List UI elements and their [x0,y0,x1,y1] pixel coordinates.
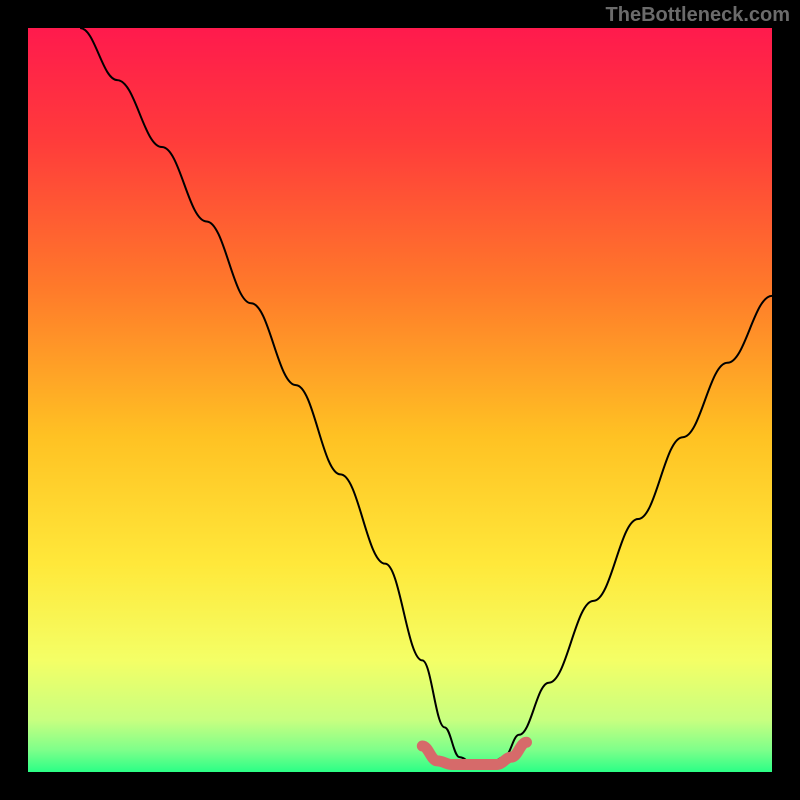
plot-background [28,28,772,772]
watermark-text: TheBottleneck.com [606,4,790,27]
chart-frame: TheBottleneck.com [0,0,800,800]
bottleneck-chart [0,0,800,800]
